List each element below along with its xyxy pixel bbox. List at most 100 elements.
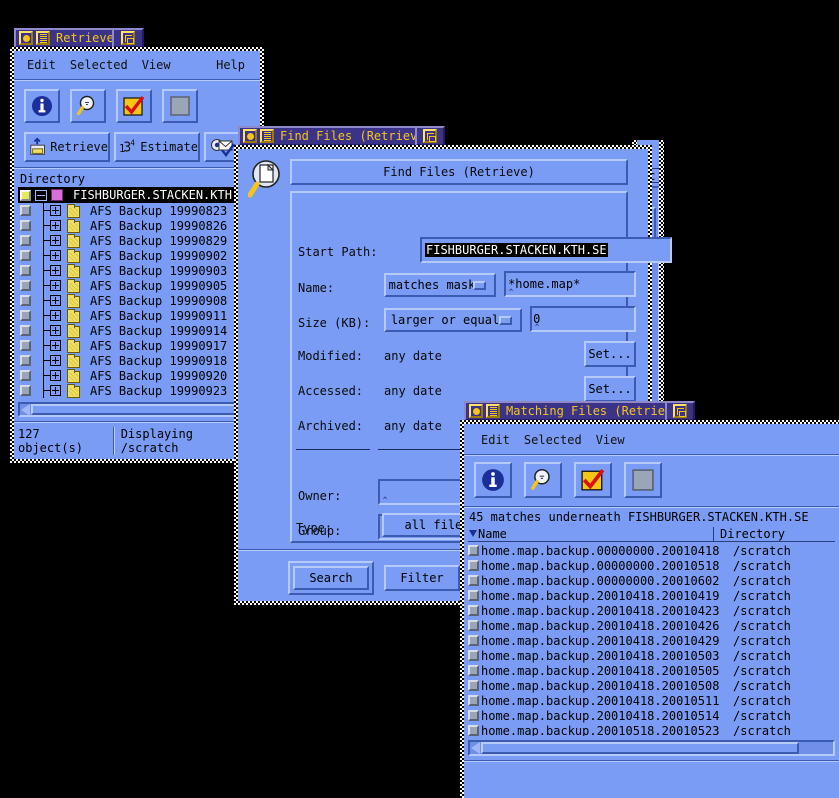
file-row-checkbox[interactable] [468,590,479,601]
table-row[interactable]: home.map.backup.20010518.20010523/scratc… [468,723,835,736]
tree-item-checkbox[interactable] [20,310,31,321]
tree-item-row[interactable]: AFS Backup 19990911 [18,308,256,323]
menu-edit[interactable]: Edit [20,56,63,74]
file-row-checkbox[interactable] [468,560,479,571]
file-row-checkbox[interactable] [468,605,479,616]
start-path-input[interactable]: FISHBURGER.STACKEN.KTH.SE [420,237,672,263]
collapse-box-icon[interactable] [35,189,47,201]
matching-scroll-left-arrow[interactable] [471,742,480,754]
expand-box-icon[interactable] [50,220,61,231]
table-row[interactable]: home.map.backup.20010418.20010429/scratc… [468,633,835,648]
tree-item-row[interactable]: AFS Backup 19990918 [18,353,256,368]
expand-box-icon[interactable] [50,310,61,321]
size-value-input[interactable]: ‸ 0 [530,306,636,332]
tree-hscroll-thumb[interactable] [31,404,253,415]
tree-item-checkbox[interactable] [20,340,31,351]
table-row[interactable]: home.map.backup.20010418.20010505/scratc… [468,663,835,678]
matching-menu-selected[interactable]: Selected [517,431,589,449]
info-icon-button[interactable] [24,89,60,123]
tree-item-row[interactable]: AFS Backup 19990905 [18,278,256,293]
tree-item-row[interactable]: AFS Backup 19990914 [18,323,256,338]
file-row-checkbox[interactable] [468,650,479,661]
table-row[interactable]: home.map.backup.00000000.20010602/scratc… [468,573,835,588]
retrieve-button[interactable]: Retrieve [24,132,110,162]
find-window-list-button[interactable] [260,129,274,143]
tree-item-checkbox[interactable] [20,235,31,246]
tree-item-checkbox[interactable] [20,325,31,336]
menu-view[interactable]: View [135,56,178,74]
column-header-directory[interactable]: Directory [714,527,785,541]
tree-item-row[interactable]: AFS Backup 19990917 [18,338,256,353]
tree-item-row[interactable]: AFS Backup 19990908 [18,293,256,308]
matching-maximize-button[interactable] [665,401,695,421]
table-row[interactable]: home.map.backup.20010418.20010423/scratc… [468,603,835,618]
tree-item-row[interactable]: AFS Backup 19990920 [18,368,256,383]
table-row[interactable]: home.map.backup.00000000.20010518/scratc… [468,558,835,573]
menu-selected[interactable]: Selected [63,56,135,74]
matching-menu-edit[interactable]: Edit [474,431,517,449]
file-row-checkbox[interactable] [468,725,479,736]
tree-item-row[interactable]: AFS Backup 19990903 [18,263,256,278]
menu-help[interactable]: Help [209,56,252,74]
expand-box-icon[interactable] [50,235,61,246]
expand-box-icon[interactable] [50,325,61,336]
tree-item-checkbox[interactable] [20,220,31,231]
tree-item-row[interactable]: AFS Backup 19990823 [18,203,256,218]
tree-item-checkbox[interactable] [20,370,31,381]
tree-item-row[interactable]: AFS Backup 19990923 [18,383,256,398]
matching-check-mark-icon-button[interactable] [574,462,612,498]
tree-item-checkbox[interactable] [20,250,31,261]
expand-box-icon[interactable] [50,355,61,366]
matching-hscrollbar[interactable] [468,740,835,756]
tree-root-row[interactable]: FISHBURGER.STACKEN.KTH.SE [18,187,256,203]
column-header-name[interactable]: Name [468,526,714,541]
matching-file-list[interactable]: home.map.backup.00000000.20010418/scratc… [468,543,835,736]
table-row[interactable]: home.map.backup.20010418.20010511/scratc… [468,693,835,708]
table-row[interactable]: home.map.backup.00000000.20010418/scratc… [468,543,835,558]
tree-item-checkbox[interactable] [20,265,31,276]
estimate-button[interactable]: 1 3 4 Estimate [114,132,200,162]
file-row-checkbox[interactable] [468,680,479,691]
root-checkbox[interactable] [20,189,31,201]
find-maximize-button[interactable] [415,126,445,146]
matching-titlebar[interactable]: Matching Files (Retrieve) [464,401,687,421]
tree-hscrollbar[interactable] [18,402,256,417]
file-row-checkbox[interactable] [468,635,479,646]
name-match-option-menu[interactable]: matches mask [384,273,496,297]
matching-window-list-button[interactable] [486,404,500,418]
tree-item-row[interactable]: AFS Backup 19990826 [18,218,256,233]
background-window-border-right[interactable] [659,140,664,408]
expand-box-icon[interactable] [50,250,61,261]
tree-item-checkbox[interactable] [20,205,31,216]
expand-box-icon[interactable] [50,385,61,396]
find-window-menu-button[interactable] [243,129,257,143]
check-mark-icon-button[interactable] [116,89,152,123]
tree-item-checkbox[interactable] [20,385,31,396]
matching-menu-view[interactable]: View [589,431,632,449]
table-row[interactable]: home.map.backup.20010418.20010514/scratc… [468,708,835,723]
name-pattern-input[interactable]: ‸ *home.map* [504,271,636,297]
expand-box-icon[interactable] [50,295,61,306]
file-row-checkbox[interactable] [468,620,479,631]
table-row[interactable]: home.map.backup.20010418.20010426/scratc… [468,618,835,633]
matching-hscroll-thumb[interactable] [481,742,799,754]
file-row-checkbox[interactable] [468,575,479,586]
file-row-checkbox[interactable] [468,710,479,721]
tree-item-checkbox[interactable] [20,295,31,306]
filter-button[interactable]: Filter [384,565,460,591]
search-icon-button[interactable] [70,89,106,123]
tree-item-row[interactable]: AFS Backup 19990902 [18,248,256,263]
window-list-button[interactable] [36,31,50,45]
tree-item-checkbox[interactable] [20,280,31,291]
find-titlebar[interactable]: Find Files (Retrieve) [238,126,432,146]
modified-set-button[interactable]: Set... [584,341,636,367]
matching-search-icon-button[interactable] [524,462,562,498]
file-row-checkbox[interactable] [468,545,479,556]
search-button[interactable]: Search [293,566,369,590]
scroll-left-arrow[interactable] [21,403,30,416]
tree-item-row[interactable]: AFS Backup 19990829 [18,233,256,248]
expand-box-icon[interactable] [50,205,61,216]
retrieve-maximize-button[interactable] [112,28,144,48]
expand-box-icon[interactable] [50,340,61,351]
size-compare-option-menu[interactable]: larger or equal [384,308,522,332]
